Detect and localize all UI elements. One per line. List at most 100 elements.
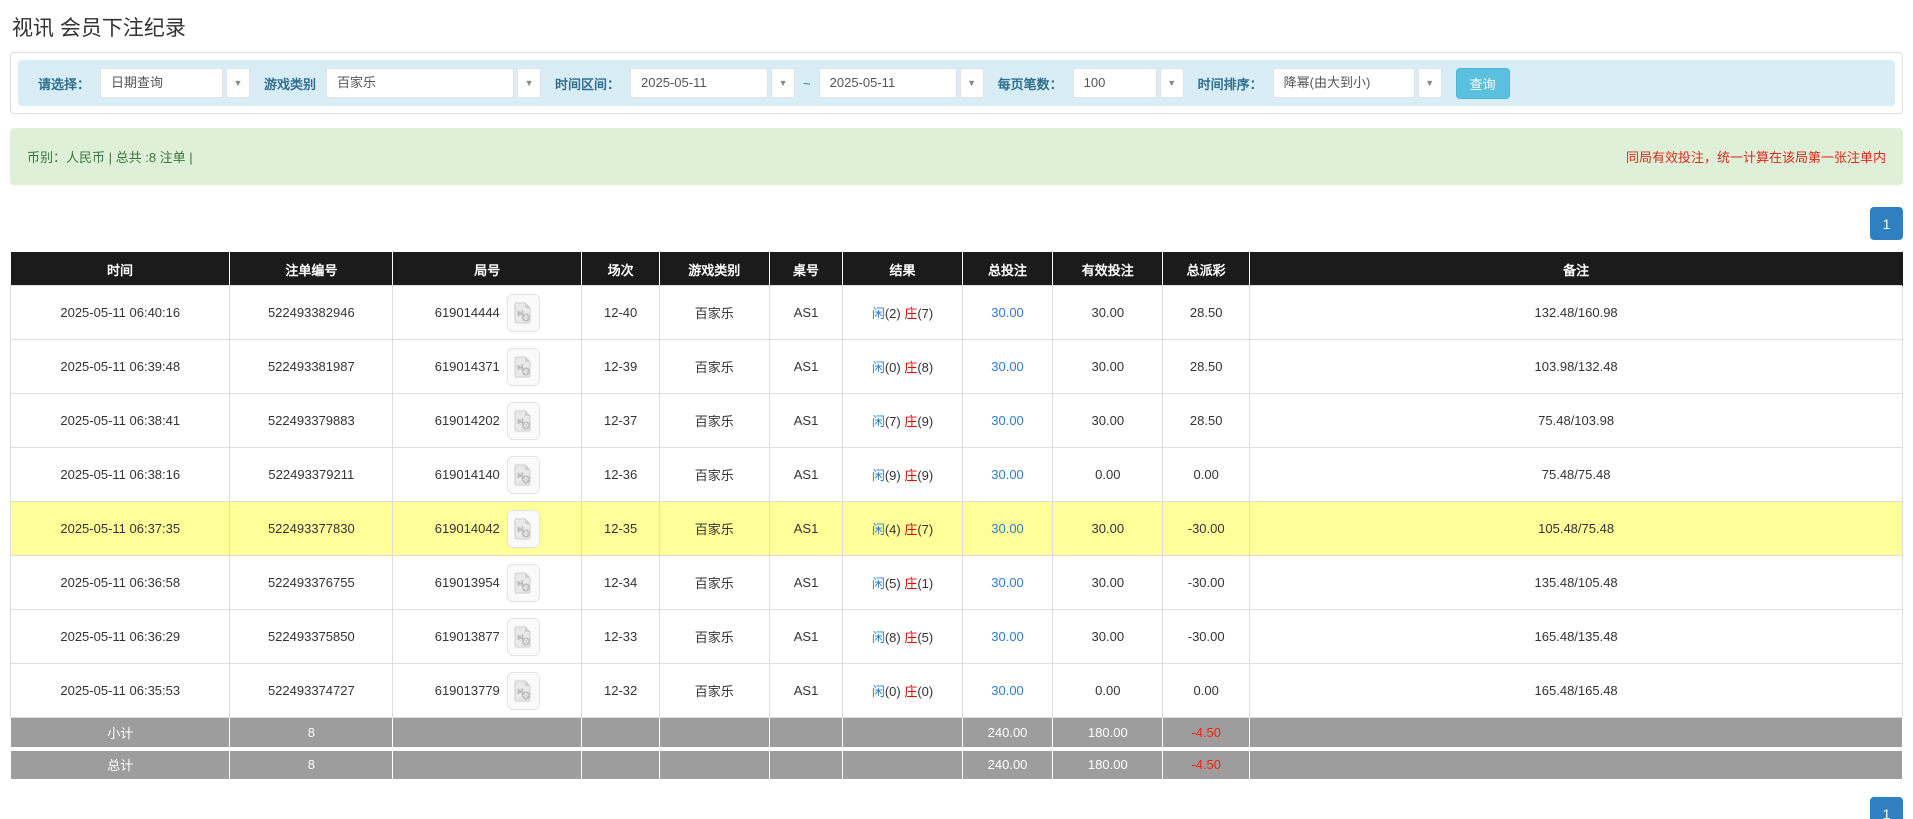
- table-row: 2025-05-11 06:37:35522493377830619014042…: [11, 502, 1903, 556]
- query-type-value[interactable]: 日期查询: [100, 68, 223, 98]
- page-1-button[interactable]: 1: [1870, 207, 1903, 240]
- total-bet-link[interactable]: 30.00: [991, 683, 1024, 698]
- chevron-down-icon[interactable]: ▼: [226, 68, 250, 98]
- game-type-select[interactable]: 百家乐 ▼: [326, 68, 541, 98]
- total-bet-cell: 30.00: [962, 340, 1053, 394]
- video-replay-button[interactable]: [507, 618, 540, 656]
- chevron-down-icon[interactable]: ▼: [1160, 68, 1184, 98]
- round-id: 619014371: [435, 359, 500, 374]
- chevron-down-icon[interactable]: ▼: [517, 68, 541, 98]
- total-bet-link[interactable]: 30.00: [991, 521, 1024, 536]
- payout-cell: 28.50: [1163, 340, 1250, 394]
- time-cell: 2025-05-11 06:38:16: [11, 448, 230, 502]
- date-from-picker[interactable]: 2025-05-11 ▼: [630, 68, 795, 98]
- footer-count-cell: 8: [230, 718, 393, 749]
- column-header: 总派彩: [1163, 253, 1250, 286]
- player-result-label: 闲: [872, 414, 885, 429]
- page-1-button[interactable]: 1: [1870, 797, 1903, 819]
- video-replay-button[interactable]: [507, 672, 540, 710]
- game-type-cell: 百家乐: [659, 448, 769, 502]
- page-size-label: 每页笔数：: [998, 74, 1063, 93]
- footer-remark-cell: [1250, 749, 1903, 780]
- video-file-icon: [514, 302, 532, 324]
- table-header-row: 时间注单编号局号场次游戏类别桌号结果总投注有效投注总派彩备注: [11, 253, 1903, 286]
- sort-select[interactable]: 降幂(由大到小) ▼: [1273, 68, 1442, 98]
- video-file-icon: [514, 410, 532, 432]
- total-bet-cell: 30.00: [962, 394, 1053, 448]
- game-type-value[interactable]: 百家乐: [326, 68, 514, 98]
- video-replay-button[interactable]: [507, 456, 540, 494]
- footer-empty-cell: [659, 749, 769, 780]
- page-size-value[interactable]: 100: [1073, 68, 1157, 98]
- total-bet-link[interactable]: 30.00: [991, 413, 1024, 428]
- table-no-cell: AS1: [769, 394, 843, 448]
- video-replay-button[interactable]: [507, 402, 540, 440]
- remark-cell: 105.48/75.48: [1250, 502, 1903, 556]
- bet-id-cell: 522493376755: [230, 556, 393, 610]
- total-bet-link[interactable]: 30.00: [991, 575, 1024, 590]
- footer-payout-cell: -4.50: [1163, 749, 1250, 780]
- round-id: 619014140: [435, 467, 500, 482]
- total-bet-link[interactable]: 30.00: [991, 467, 1024, 482]
- page: 视讯 会员下注纪录 请选择： 日期查询 ▼ 游戏类别 百家乐 ▼ 时间区间： 2…: [0, 12, 1913, 819]
- bet-id-cell: 522493374727: [230, 664, 393, 718]
- round-id: 619013877: [435, 629, 500, 644]
- remark-cell: 103.98/132.48: [1250, 340, 1903, 394]
- video-replay-button[interactable]: [507, 510, 540, 548]
- round-id-cell: 619013779: [393, 664, 582, 718]
- session-cell: 12-32: [582, 664, 660, 718]
- page-title: 视讯 会员下注纪录: [12, 12, 1903, 42]
- valid-bet-cell: 30.00: [1053, 502, 1163, 556]
- game-type-cell: 百家乐: [659, 502, 769, 556]
- payout-cell: 28.50: [1163, 286, 1250, 340]
- game-type-cell: 百家乐: [659, 664, 769, 718]
- video-file-icon: [514, 680, 532, 702]
- chevron-down-icon[interactable]: ▼: [771, 68, 795, 98]
- video-replay-button[interactable]: [507, 564, 540, 602]
- banker-score: (0): [917, 684, 933, 699]
- footer-empty-cell: [582, 718, 660, 749]
- column-header: 游戏类别: [659, 253, 769, 286]
- footer-empty-cell: [393, 718, 582, 749]
- player-score: (0): [885, 360, 905, 375]
- round-id: 619013954: [435, 575, 500, 590]
- payout-cell: 0.00: [1163, 664, 1250, 718]
- player-score: (0): [885, 684, 905, 699]
- banker-result-label: 庄: [904, 360, 917, 375]
- chevron-down-icon[interactable]: ▼: [960, 68, 984, 98]
- total-bet-link[interactable]: 30.00: [991, 629, 1024, 644]
- footer-empty-cell: [393, 749, 582, 780]
- summary-bar: 币别：人民币 | 总共 :8 注单 | 同局有效投注，统一计算在该局第一张注单内: [10, 128, 1903, 185]
- footer-label-cell: 总计: [11, 749, 230, 780]
- date-to-picker[interactable]: 2025-05-11 ▼: [819, 68, 984, 98]
- table-row: 2025-05-11 06:36:58522493376755619013954…: [11, 556, 1903, 610]
- video-file-icon: [514, 464, 532, 486]
- footer-count-cell: 8: [230, 749, 393, 780]
- bet-id-cell: 522493382946: [230, 286, 393, 340]
- page-size-select[interactable]: 100 ▼: [1073, 68, 1184, 98]
- video-replay-button[interactable]: [507, 294, 540, 332]
- table-row: 2025-05-11 06:36:29522493375850619013877…: [11, 610, 1903, 664]
- pagination-bottom: 1: [10, 797, 1903, 819]
- footer-remark-cell: [1250, 718, 1903, 749]
- date-to-value[interactable]: 2025-05-11: [819, 68, 957, 98]
- total-bet-cell: 30.00: [962, 556, 1053, 610]
- banker-score: (1): [917, 576, 933, 591]
- sort-value[interactable]: 降幂(由大到小): [1273, 68, 1415, 98]
- footer-empty-cell: [769, 749, 843, 780]
- bet-id-cell: 522493375850: [230, 610, 393, 664]
- total-bet-link[interactable]: 30.00: [991, 359, 1024, 374]
- search-button[interactable]: 查询: [1456, 68, 1510, 99]
- table-no-cell: AS1: [769, 502, 843, 556]
- table-no-cell: AS1: [769, 286, 843, 340]
- total-bet-link[interactable]: 30.00: [991, 305, 1024, 320]
- date-from-value[interactable]: 2025-05-11: [630, 68, 768, 98]
- query-type-select[interactable]: 日期查询 ▼: [100, 68, 250, 98]
- video-replay-button[interactable]: [507, 348, 540, 386]
- chevron-down-icon[interactable]: ▼: [1418, 68, 1442, 98]
- session-cell: 12-35: [582, 502, 660, 556]
- banker-result-label: 庄: [904, 684, 917, 699]
- session-cell: 12-33: [582, 610, 660, 664]
- range-separator: ~: [803, 76, 811, 91]
- footer-label-cell: 小计: [11, 718, 230, 749]
